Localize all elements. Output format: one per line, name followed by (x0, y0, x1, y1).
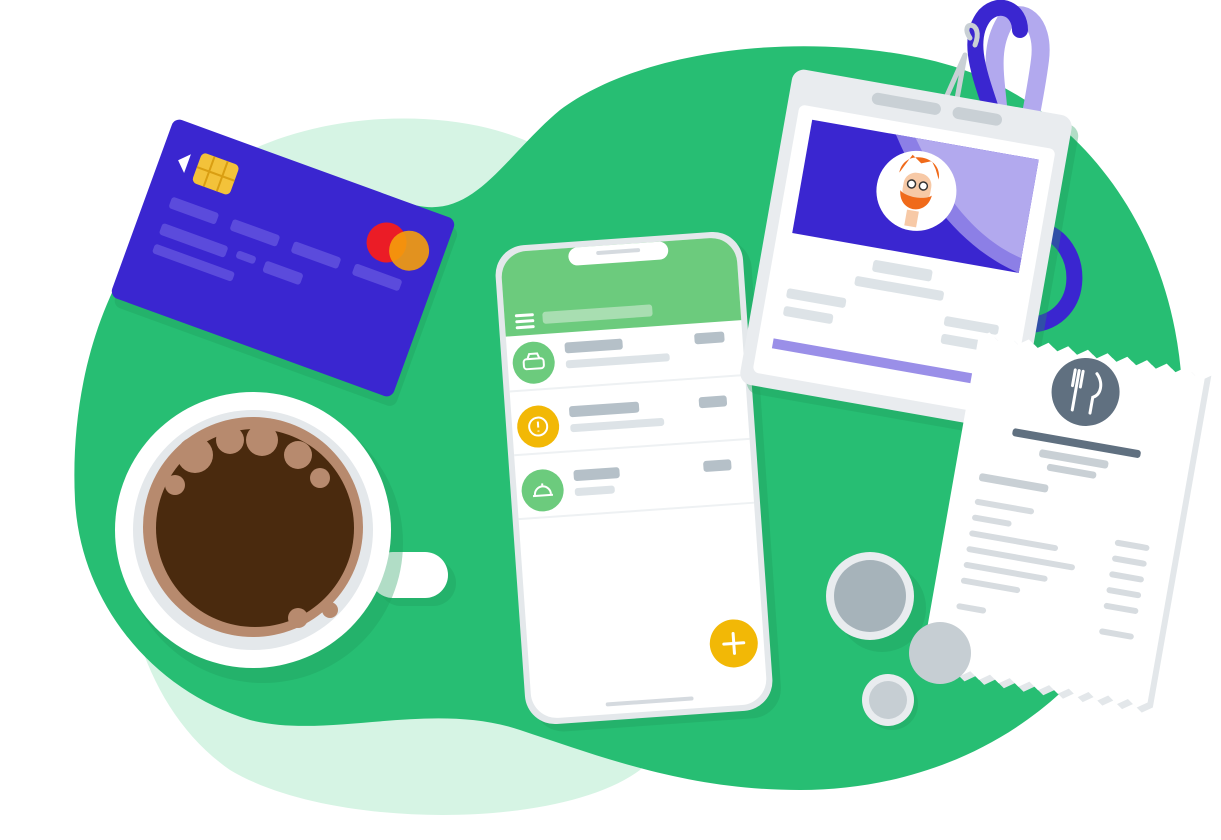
smartphone (495, 231, 781, 732)
coin-medium (909, 622, 971, 684)
scene-svg (74, 0, 1212, 815)
illustration-scene (0, 0, 1221, 840)
